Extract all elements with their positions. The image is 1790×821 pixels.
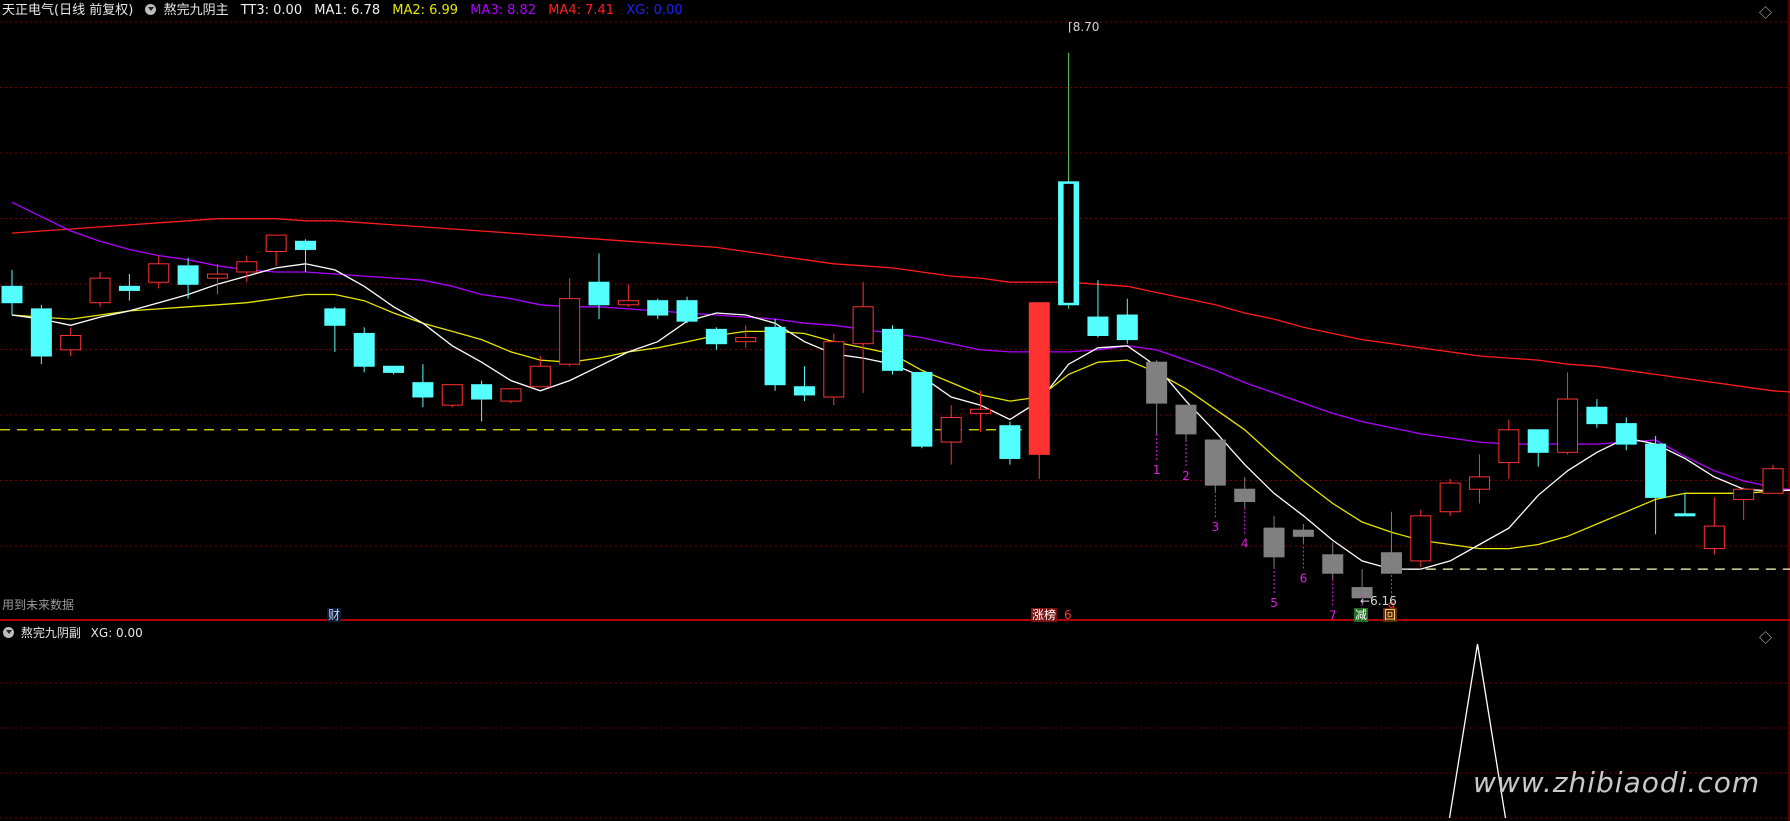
stock-title: 天正电气(日线 前复权) — [2, 3, 134, 18]
sub-indicator-chart[interactable] — [0, 0, 1790, 821]
ma4-value: MA4: 7.41 — [548, 3, 615, 18]
ma3-value: MA3: 8.82 — [470, 3, 537, 18]
indicator-title[interactable]: 熬完九阴主 — [164, 3, 229, 18]
ma2-value: MA2: 6.99 — [392, 3, 459, 18]
sub-xg-value: XG: 0.00 — [90, 626, 143, 640]
tt3-value: TT3: 0.00 — [240, 3, 303, 18]
ma1-value: MA1: 6.78 — [314, 3, 381, 18]
watermark: www.zhibiaodi.com — [1473, 766, 1761, 799]
main-panel-header: 天正电气(日线 前复权) 熬完九阴主 TT3: 0.00 MA1: 6.78 M… — [0, 0, 1790, 22]
sub-indicator-menu-icon[interactable] — [3, 627, 14, 638]
indicator-menu-icon[interactable] — [145, 4, 157, 15]
xg-value: XG: 0.00 — [626, 3, 683, 18]
sub-panel-header: 熬完九阴副 XG: 0.00 — [0, 624, 143, 642]
sub-indicator-title[interactable]: 熬完九阴副 — [21, 626, 81, 640]
stock-chart-window: 天正电气(日线 前复权) 熬完九阴主 TT3: 0.00 MA1: 6.78 M… — [0, 0, 1790, 821]
